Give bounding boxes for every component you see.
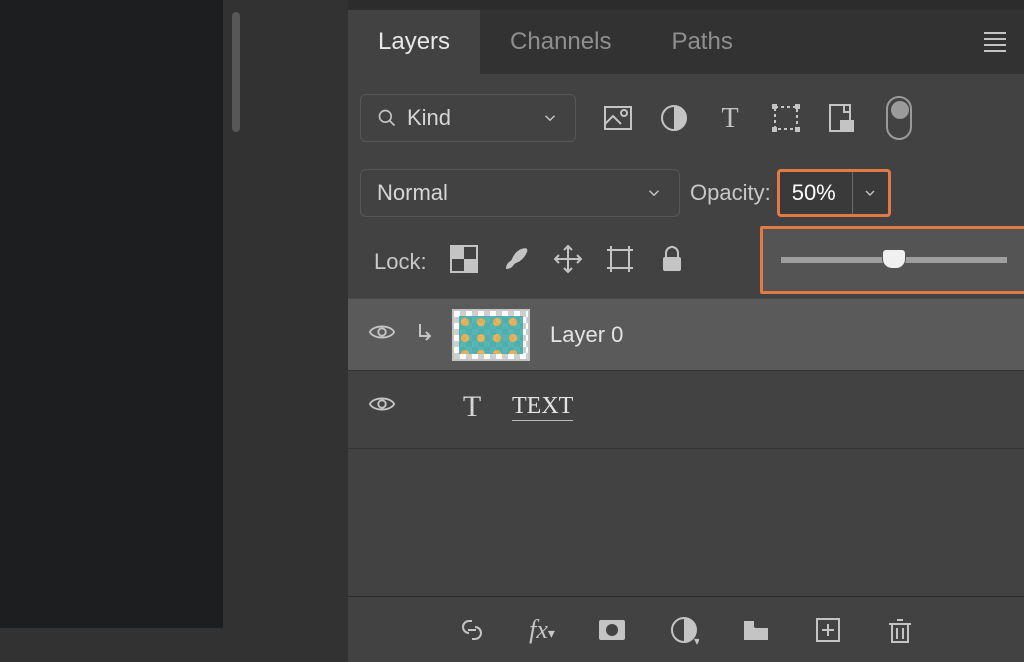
tab-paths[interactable]: Paths	[641, 10, 762, 74]
panel-dock: Layers Channels Paths Kind T	[244, 0, 1024, 662]
delete-layer-icon[interactable]	[885, 615, 915, 645]
opacity-value-input[interactable]: 50%	[780, 180, 852, 206]
panel-gutter	[244, 0, 348, 662]
chevron-down-icon	[645, 184, 663, 202]
layers-bottom-toolbar: fx▾ ▾	[348, 596, 1024, 662]
chevron-down-icon	[862, 185, 878, 201]
blend-mode-value: Normal	[377, 180, 448, 206]
opacity-slider-popover	[760, 226, 1024, 294]
canvas-scrollbar-thumb[interactable]	[232, 12, 240, 132]
canvas-dark-region	[0, 0, 223, 628]
link-layers-icon[interactable]	[457, 615, 487, 645]
search-icon	[377, 108, 397, 128]
layer-visibility-icon[interactable]	[368, 392, 396, 422]
chevron-down-icon	[541, 109, 559, 127]
filter-type-icons: T	[602, 102, 858, 134]
tab-layers[interactable]: Layers	[348, 10, 480, 74]
new-layer-icon[interactable]	[813, 615, 843, 645]
layer-list-empty-area[interactable]	[348, 448, 1024, 449]
lock-brush-icon[interactable]	[501, 244, 531, 280]
panel-menu-icon[interactable]	[984, 28, 1006, 56]
svg-text:▾: ▾	[694, 634, 699, 645]
lock-label: Lock:	[374, 249, 427, 275]
lock-row: Lock: Fi	[348, 234, 1024, 290]
layer-row[interactable]: T TEXT	[348, 370, 1024, 442]
opacity-dropdown-button[interactable]	[852, 172, 888, 214]
filter-shape-icon[interactable]	[770, 102, 802, 134]
layer-fx-icon[interactable]: fx▾	[529, 615, 555, 645]
lock-artboard-icon[interactable]	[605, 244, 635, 280]
opacity-field: 50%	[777, 169, 891, 217]
opacity-label[interactable]: Opacity:	[690, 180, 771, 206]
filter-toggle[interactable]	[886, 96, 912, 140]
layer-row-selected[interactable]: Layer 0	[348, 298, 1024, 370]
layer-thumbnail[interactable]	[452, 309, 530, 361]
canvas-area	[0, 0, 244, 662]
layers-panel: Layers Channels Paths Kind T	[348, 0, 1024, 662]
type-layer-icon: T	[452, 390, 492, 424]
layer-name[interactable]: Layer 0	[550, 322, 623, 348]
tab-channels[interactable]: Channels	[480, 10, 641, 74]
layer-filter-row: Kind T	[348, 88, 1024, 148]
layer-name[interactable]: TEXT	[512, 393, 573, 421]
clip-indicator-icon	[416, 322, 432, 348]
svg-text:T: T	[721, 103, 738, 134]
filter-type-icon[interactable]: T	[714, 102, 746, 134]
lock-all-icon[interactable]	[657, 244, 687, 280]
filter-kind-label: Kind	[407, 105, 451, 131]
opacity-slider-thumb[interactable]	[882, 249, 906, 269]
layer-list: Layer 0 T TEXT	[348, 298, 1024, 449]
layer-visibility-icon[interactable]	[368, 320, 396, 350]
filter-adjustment-icon[interactable]	[658, 102, 690, 134]
lock-move-icon[interactable]	[553, 244, 583, 280]
blend-opacity-row: Normal Opacity: 50%	[348, 166, 1024, 220]
panel-top-strip	[348, 0, 1024, 10]
panel-tab-strip: Layers Channels Paths	[348, 10, 1024, 74]
opacity-slider-track[interactable]	[781, 257, 1007, 263]
filter-smartobject-icon[interactable]	[826, 102, 858, 134]
blend-mode-select[interactable]: Normal	[360, 169, 680, 217]
add-mask-icon[interactable]	[597, 615, 627, 645]
new-group-icon[interactable]	[741, 615, 771, 645]
lock-transparency-icon[interactable]	[449, 244, 479, 280]
filter-pixel-icon[interactable]	[602, 102, 634, 134]
filter-kind-select[interactable]: Kind	[360, 94, 576, 142]
new-adjustment-layer-icon[interactable]: ▾	[669, 615, 699, 645]
